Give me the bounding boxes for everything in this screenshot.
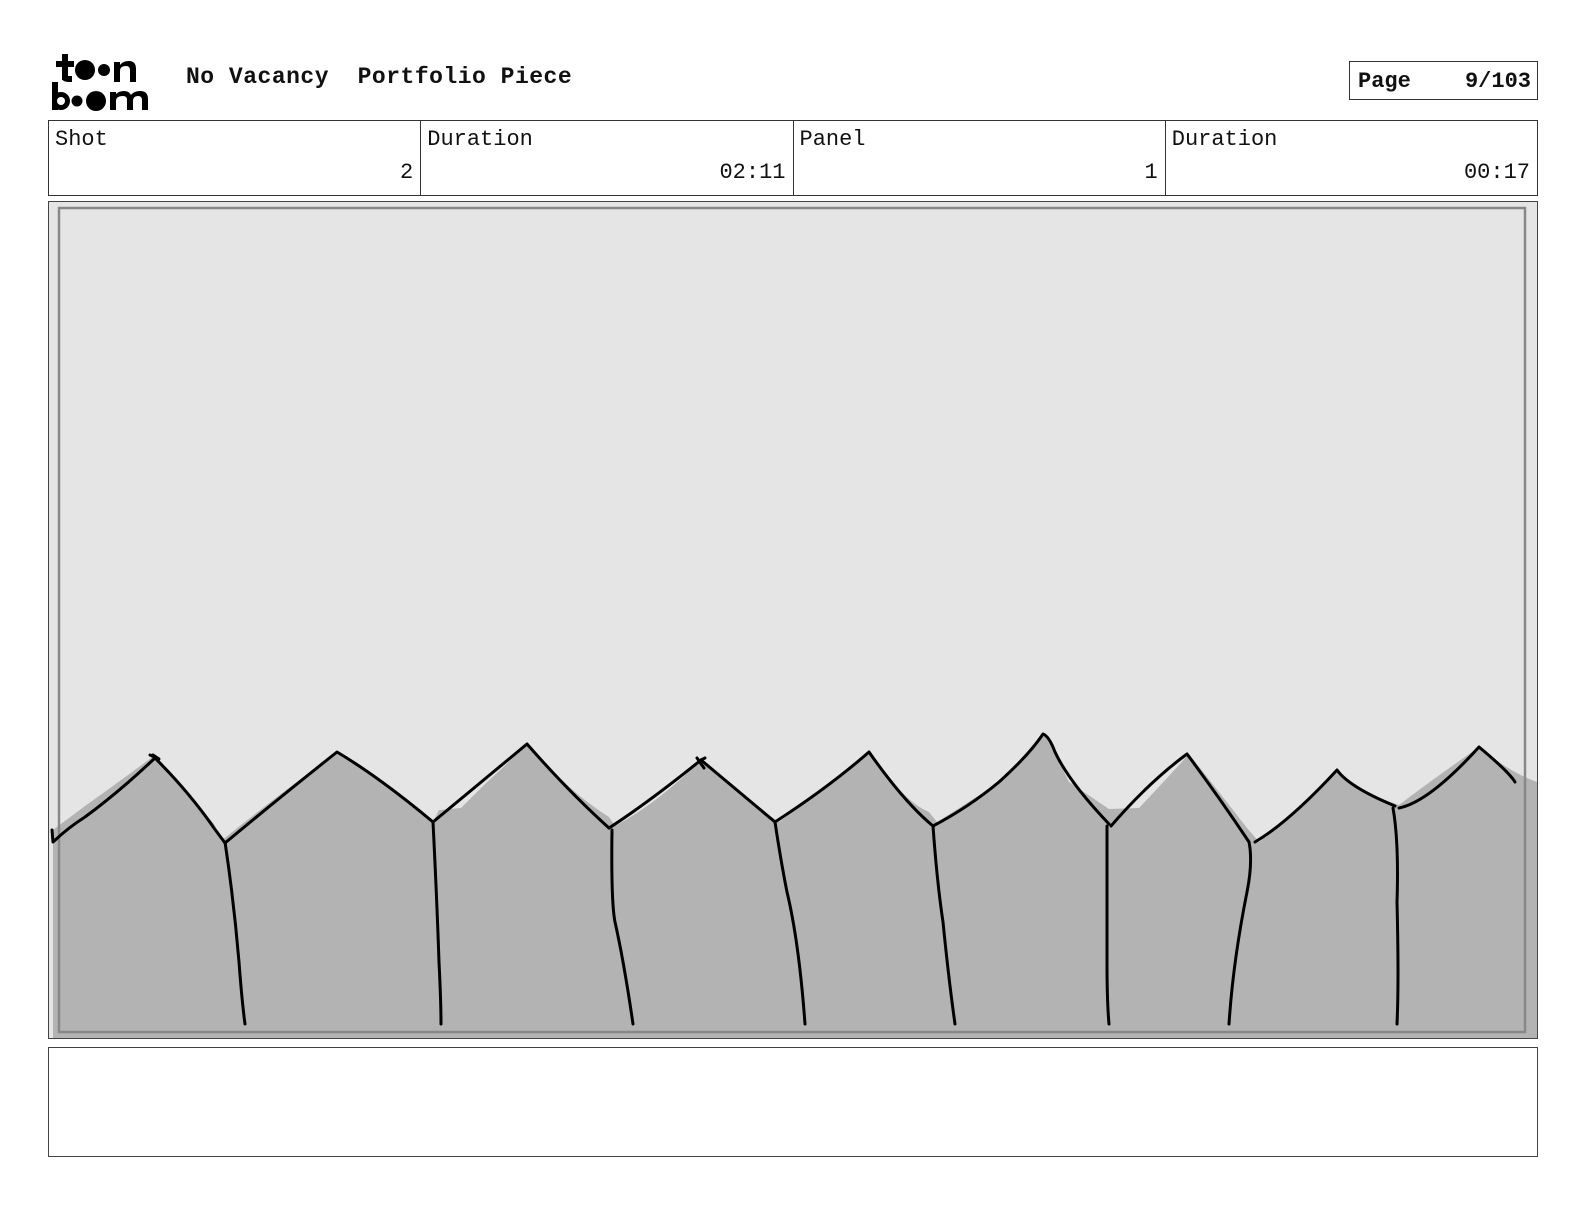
panel-value: 1	[1144, 160, 1158, 185]
panel-label: Panel	[799, 127, 866, 152]
project-title: No Vacancy Portfolio Piece	[186, 64, 573, 90]
panel-duration-cell: Duration 00:17	[1166, 121, 1537, 195]
shot-duration-cell: Duration 02:11	[421, 121, 794, 195]
panel-duration-label: Duration	[1171, 127, 1278, 152]
panel-cell: Panel 1	[794, 121, 1166, 195]
page-indicator: Page 9/103	[1349, 61, 1538, 100]
page-number: 9/103	[1464, 69, 1531, 94]
panel-notes-box[interactable]	[48, 1047, 1538, 1157]
picket-fence-sketch	[49, 202, 1537, 1038]
shot-cell: Shot 2	[49, 121, 422, 195]
shot-label: Shot	[55, 127, 108, 152]
panel-duration-value: 00:17	[1463, 160, 1530, 185]
shot-info-row: Shot 2 Duration 02:11 Panel 1 Duration 0…	[48, 120, 1538, 196]
storyboard-panel	[48, 201, 1538, 1039]
shot-duration-value: 02:11	[719, 160, 786, 185]
shot-duration-label: Duration	[427, 127, 533, 152]
shot-value: 2	[400, 160, 414, 185]
toon-boom-logo-icon	[52, 54, 148, 111]
page-label: Page	[1358, 69, 1411, 94]
